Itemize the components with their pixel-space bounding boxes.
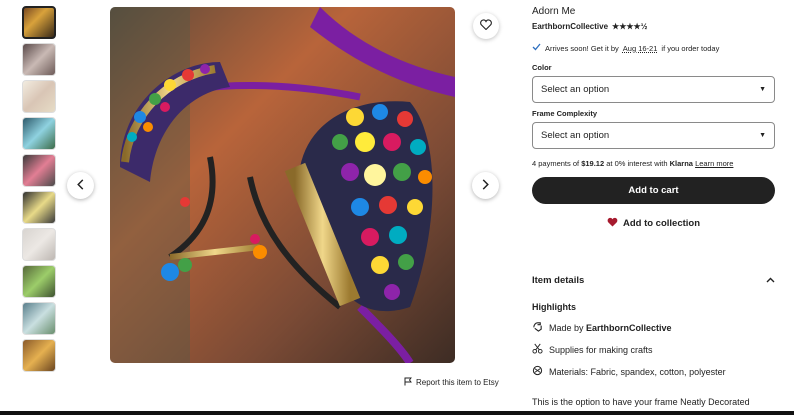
made-by-shop: EarthbornCollective	[586, 322, 672, 333]
caret-down-icon: ▼	[759, 86, 766, 93]
hand-icon	[532, 321, 543, 334]
thumbnail-10[interactable]	[22, 339, 56, 372]
flag-icon	[404, 377, 412, 388]
thumbnail-4[interactable]	[22, 117, 56, 150]
arrives-suffix: if you order today	[661, 43, 720, 53]
report-item-label: Report this item to Etsy	[416, 378, 499, 387]
highlight-materials: Materials: Fabric, spandex, cotton, poly…	[532, 365, 726, 378]
thumbnail-5[interactable]	[22, 154, 56, 187]
chevron-right-icon	[481, 177, 490, 195]
chevron-left-icon	[76, 177, 85, 195]
frame-complexity-label: Frame Complexity	[532, 109, 598, 118]
color-select[interactable]: Select an option ▼	[532, 76, 775, 103]
thumbnail-3[interactable]	[22, 80, 56, 113]
item-details-toggle[interactable]: Item details	[532, 275, 775, 286]
arrives-date[interactable]: Aug 16-21	[623, 44, 658, 53]
thumbnail-8[interactable]	[22, 265, 56, 298]
next-image-button[interactable]	[472, 172, 499, 199]
installment-amount: $19.12	[581, 159, 605, 168]
supplies-text: Supplies for making crafts	[549, 344, 653, 355]
learn-more-link[interactable]: Learn more	[695, 159, 733, 168]
highlights-heading: Highlights	[532, 302, 576, 312]
caret-down-icon: ▼	[759, 132, 766, 139]
shop-row: EarthbornCollective ★★★★½	[532, 22, 647, 31]
thumbnail-2[interactable]	[22, 43, 56, 76]
materials-text: Materials: Fabric, spandex, cotton, poly…	[549, 366, 726, 377]
add-to-collection-label: Add to collection	[622, 218, 701, 229]
previous-image-button[interactable]	[67, 172, 94, 199]
color-label: Color	[532, 63, 552, 72]
bottom-border	[0, 411, 794, 415]
color-select-value: Select an option	[541, 84, 610, 95]
heart-outline-icon	[480, 17, 492, 35]
thumbnail-9[interactable]	[22, 302, 56, 335]
checkmark-icon	[532, 43, 541, 53]
scissors-icon	[532, 343, 543, 356]
klarna-logo: Klarna	[669, 159, 693, 168]
arrives-prefix: Arrives soon! Get it by	[545, 43, 619, 53]
made-by-prefix: Made by	[549, 322, 584, 333]
chevron-up-icon	[766, 275, 775, 286]
thumbnail-7[interactable]	[22, 228, 56, 261]
installment-prefix: 4 payments of	[532, 159, 580, 168]
materials-icon	[532, 365, 543, 378]
listing-title: Adorn Me	[532, 6, 576, 17]
main-product-image	[110, 7, 455, 363]
report-item-link[interactable]: Report this item to Etsy	[404, 377, 499, 388]
thumbnail-strip	[22, 6, 58, 376]
thumbnail-1[interactable]	[22, 6, 56, 39]
thumbnail-6[interactable]	[22, 191, 56, 224]
frame-complexity-value: Select an option	[541, 130, 610, 141]
rating-stars-icon: ★★★★½	[612, 22, 648, 31]
heart-filled-icon	[607, 217, 618, 230]
highlight-made-by: Made by EarthbornCollective	[532, 321, 672, 334]
arrival-estimate: Arrives soon! Get it by Aug 16-21 if you…	[532, 43, 719, 53]
highlight-supplies: Supplies for making crafts	[532, 343, 653, 356]
item-description: This is the option to have your frame Ne…	[532, 397, 750, 407]
shop-name-link[interactable]: EarthbornCollective	[532, 22, 608, 31]
add-to-cart-button[interactable]: Add to cart	[532, 177, 775, 204]
installment-middle: at 0% interest with	[606, 159, 668, 168]
item-details-heading: Item details	[532, 275, 585, 286]
favorite-button[interactable]	[473, 13, 499, 39]
add-to-collection-button[interactable]: Add to collection	[532, 217, 775, 230]
frame-complexity-select[interactable]: Select an option ▼	[532, 122, 775, 149]
installment-info: 4 payments of $19.12 at 0% interest with…	[532, 159, 733, 168]
